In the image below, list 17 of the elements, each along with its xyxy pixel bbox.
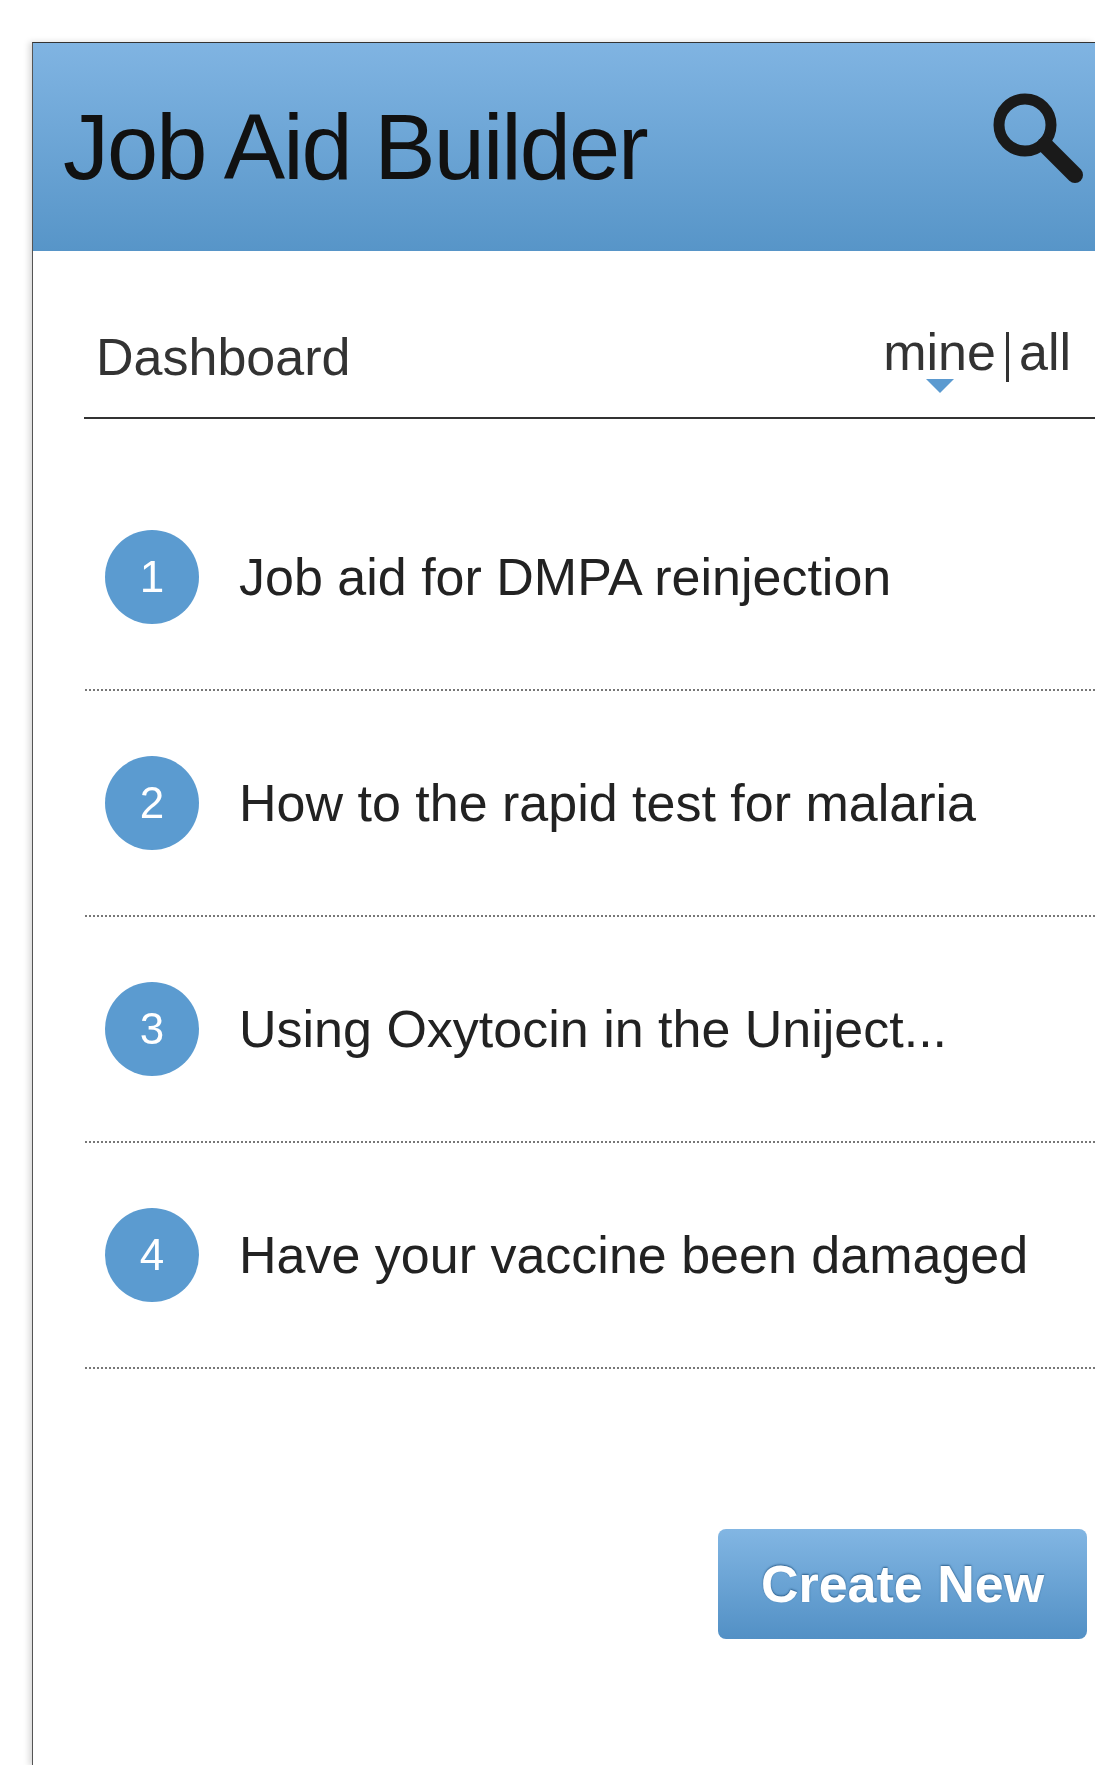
- job-aid-title: How to the rapid test for malaria: [239, 773, 976, 834]
- number-badge: 2: [105, 756, 199, 851]
- filter-link[interactable]: all: [1018, 321, 1071, 384]
- filter-link[interactable]: mine: [883, 321, 996, 394]
- triangle-icon: [925, 379, 954, 394]
- job-aid-item[interactable]: 3 Using Oxytocin in the Uniject...: [85, 917, 1095, 1144]
- number-badge: 4: [105, 1208, 199, 1303]
- job-aid-title: Have your vaccine been damaged: [239, 1225, 1029, 1286]
- job-aid-item[interactable]: 4 Have your vaccine been damaged: [85, 1143, 1095, 1370]
- job-aid-item[interactable]: 2 How to the rapid test for malaria: [85, 691, 1095, 918]
- dashboard-title: Dashboard: [96, 327, 351, 388]
- job-aid-item[interactable]: 1 Job aid for DMPA reinjection: [85, 465, 1095, 692]
- number-badge: 3: [105, 982, 199, 1077]
- job-aid-title: Job aid for DMPA reinjection: [239, 547, 892, 608]
- job-aid-title: Using Oxytocin in the Uniject...: [239, 999, 948, 1060]
- app-title: Job Aid Builder: [63, 94, 647, 200]
- number-badge: 1: [105, 530, 199, 625]
